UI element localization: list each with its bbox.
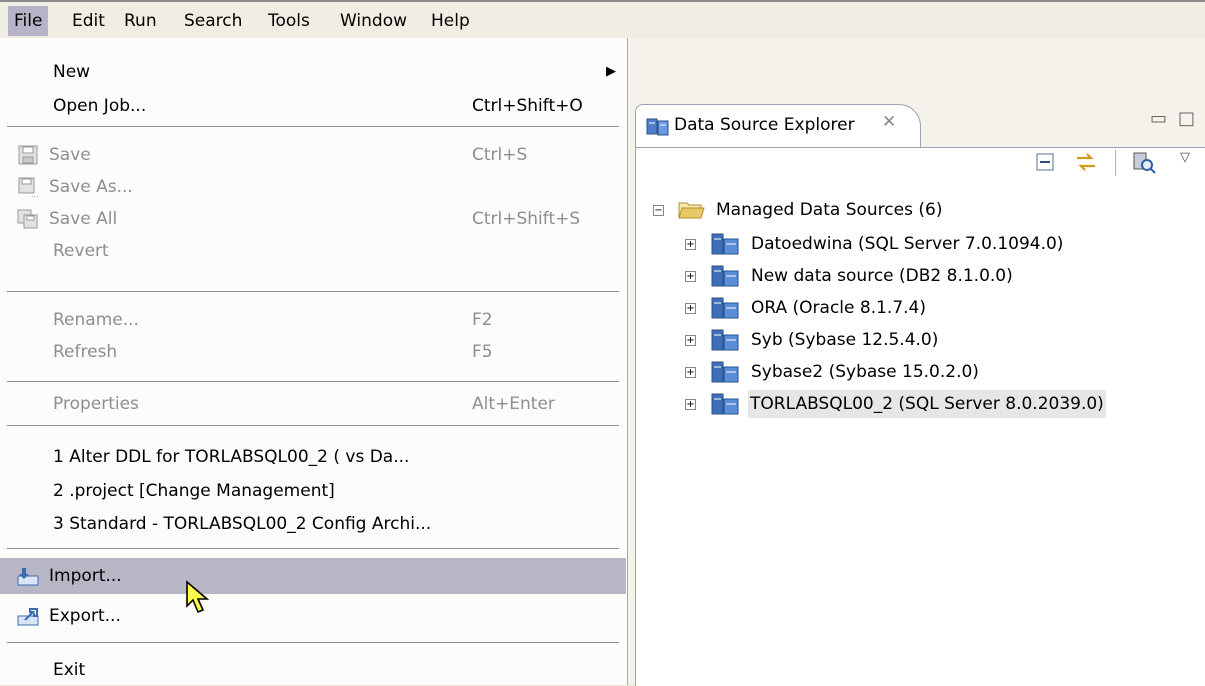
database-icon bbox=[711, 265, 739, 287]
data-source-explorer-icon bbox=[646, 118, 669, 136]
menu-item-refresh[interactable]: Refresh F5 bbox=[0, 336, 626, 368]
database-icon bbox=[711, 297, 739, 319]
menu-item-import[interactable]: Import... bbox=[0, 558, 626, 594]
tree-item-torlabsql00-2[interactable]: TORLABSQL00_2 (SQL Server 8.0.2039.0) bbox=[748, 390, 1106, 418]
menu-item-shortcut: Ctrl+S bbox=[472, 145, 528, 165]
menu-separator bbox=[7, 291, 619, 293]
menu-item-label: 2 .project [Change Management] bbox=[53, 481, 335, 501]
menu-item-rename[interactable]: Rename... F2 bbox=[0, 304, 626, 336]
collapse-all-icon[interactable] bbox=[1034, 150, 1058, 174]
menu-separator bbox=[7, 381, 619, 383]
menu-window[interactable]: Window bbox=[334, 6, 413, 36]
tab-data-source-explorer[interactable]: Data Source Explorer ✕ bbox=[635, 104, 921, 148]
menu-item-label: Rename... bbox=[53, 310, 139, 330]
menu-item-shortcut: F2 bbox=[472, 310, 493, 330]
maximize-view-icon[interactable]: □ bbox=[1178, 108, 1195, 129]
open-folder-icon bbox=[678, 202, 705, 219]
expand-ora-icon[interactable]: + bbox=[685, 303, 696, 314]
menu-item-save-as[interactable]: ... Save As... bbox=[0, 171, 626, 203]
mouse-cursor-icon bbox=[186, 580, 210, 614]
expand-torlabsql-icon[interactable]: + bbox=[685, 399, 696, 410]
database-icon bbox=[711, 393, 739, 415]
tree-item-new-data-source[interactable]: New data source (DB2 8.1.0.0) bbox=[751, 262, 1013, 290]
menu-item-new[interactable]: New ▶ bbox=[0, 56, 626, 88]
menu-item-shortcut: Ctrl+Shift+O bbox=[472, 96, 583, 116]
file-menu-dropdown: New ▶ Open Job... Ctrl+Shift+O Save Ctrl… bbox=[0, 38, 628, 685]
menu-item-open-job[interactable]: Open Job... Ctrl+Shift+O bbox=[0, 90, 626, 122]
expand-sybase2-icon[interactable]: + bbox=[685, 367, 696, 378]
menu-help[interactable]: Help bbox=[425, 6, 476, 36]
database-icon bbox=[711, 233, 739, 255]
expand-new-data-source-icon[interactable]: + bbox=[685, 271, 696, 282]
menu-item-label: 3 Standard - TORLABSQL00_2 Config Archi.… bbox=[53, 514, 432, 534]
menu-separator bbox=[7, 642, 619, 644]
svg-text:...: ... bbox=[31, 190, 39, 197]
tree-item-sybase2[interactable]: Sybase2 (Sybase 15.0.2.0) bbox=[751, 358, 979, 386]
menu-file[interactable]: File bbox=[8, 6, 49, 36]
close-tab-icon[interactable]: ✕ bbox=[882, 112, 896, 132]
export-icon bbox=[17, 608, 39, 626]
minimize-view-icon[interactable]: ▭ bbox=[1150, 108, 1167, 129]
submenu-arrow-icon: ▶ bbox=[606, 64, 616, 79]
tree-item-ora[interactable]: ORA (Oracle 8.1.7.4) bbox=[751, 294, 926, 322]
menu-item-label: 1 Alter DDL for TORLABSQL00_2 ( vs Da... bbox=[53, 447, 410, 467]
menu-item-label: Save As... bbox=[49, 177, 133, 197]
save-icon bbox=[18, 145, 38, 165]
menu-item-shortcut: Alt+Enter bbox=[472, 394, 555, 414]
menu-item-label: Refresh bbox=[53, 342, 118, 362]
menu-item-recent-1[interactable]: 1 Alter DDL for TORLABSQL00_2 ( vs Da... bbox=[0, 441, 626, 473]
database-icon bbox=[711, 329, 739, 351]
menu-run[interactable]: Run bbox=[118, 6, 163, 36]
menu-search[interactable]: Search bbox=[178, 6, 248, 36]
menu-item-shortcut: Ctrl+Shift+S bbox=[472, 209, 581, 229]
menu-item-label: Revert bbox=[53, 241, 109, 261]
menu-separator bbox=[7, 126, 619, 128]
expand-datoedwina-icon[interactable]: + bbox=[685, 239, 696, 250]
import-icon bbox=[17, 568, 39, 586]
menu-item-save[interactable]: Save Ctrl+S bbox=[0, 139, 626, 171]
link-with-editor-icon[interactable] bbox=[1074, 150, 1098, 174]
menu-separator bbox=[7, 425, 619, 427]
menu-item-label: Save All bbox=[49, 209, 118, 229]
menu-edit[interactable]: Edit bbox=[66, 6, 111, 36]
tree-root-managed-data-sources[interactable]: Managed Data Sources (6) bbox=[716, 196, 942, 224]
save-as-icon: ... bbox=[18, 177, 39, 197]
menu-item-recent-3[interactable]: 3 Standard - TORLABSQL00_2 Config Archi.… bbox=[0, 508, 626, 540]
save-all-icon bbox=[17, 209, 38, 229]
toolbar-separator bbox=[1115, 150, 1116, 176]
tree-item-datoedwina[interactable]: Datoedwina (SQL Server 7.0.1094.0) bbox=[751, 230, 1063, 258]
view-menu-icon[interactable]: ▽ bbox=[1180, 150, 1190, 165]
expand-syb-icon[interactable]: + bbox=[685, 335, 696, 346]
menu-item-label: Export... bbox=[49, 606, 121, 626]
menu-item-exit[interactable]: Exit bbox=[0, 654, 626, 686]
menu-tools[interactable]: Tools bbox=[262, 6, 316, 36]
menu-separator bbox=[7, 548, 619, 550]
menu-item-recent-2[interactable]: 2 .project [Change Management] bbox=[0, 475, 626, 507]
menu-item-label: Exit bbox=[53, 660, 86, 680]
menu-item-label: Save bbox=[49, 145, 91, 165]
menu-item-label: New bbox=[53, 62, 91, 82]
menu-bar: File Edit Run Search Tools Window Help bbox=[0, 0, 1205, 38]
collapse-root-icon[interactable]: − bbox=[653, 205, 664, 216]
database-icon bbox=[711, 361, 739, 383]
menu-item-save-all[interactable]: Save All Ctrl+Shift+S bbox=[0, 203, 626, 235]
filter-datasources-icon[interactable] bbox=[1132, 150, 1156, 174]
menu-item-export[interactable]: Export... bbox=[0, 600, 626, 632]
menu-item-label: Open Job... bbox=[53, 96, 147, 116]
tab-title: Data Source Explorer bbox=[674, 115, 855, 135]
menu-item-label: Properties bbox=[53, 394, 139, 414]
tree-item-syb[interactable]: Syb (Sybase 12.5.4.0) bbox=[751, 326, 938, 354]
menu-item-properties[interactable]: Properties Alt+Enter bbox=[0, 388, 626, 420]
menu-item-shortcut: F5 bbox=[472, 342, 493, 362]
menu-item-label: Import... bbox=[49, 566, 122, 586]
menu-item-revert[interactable]: Revert bbox=[0, 235, 626, 267]
